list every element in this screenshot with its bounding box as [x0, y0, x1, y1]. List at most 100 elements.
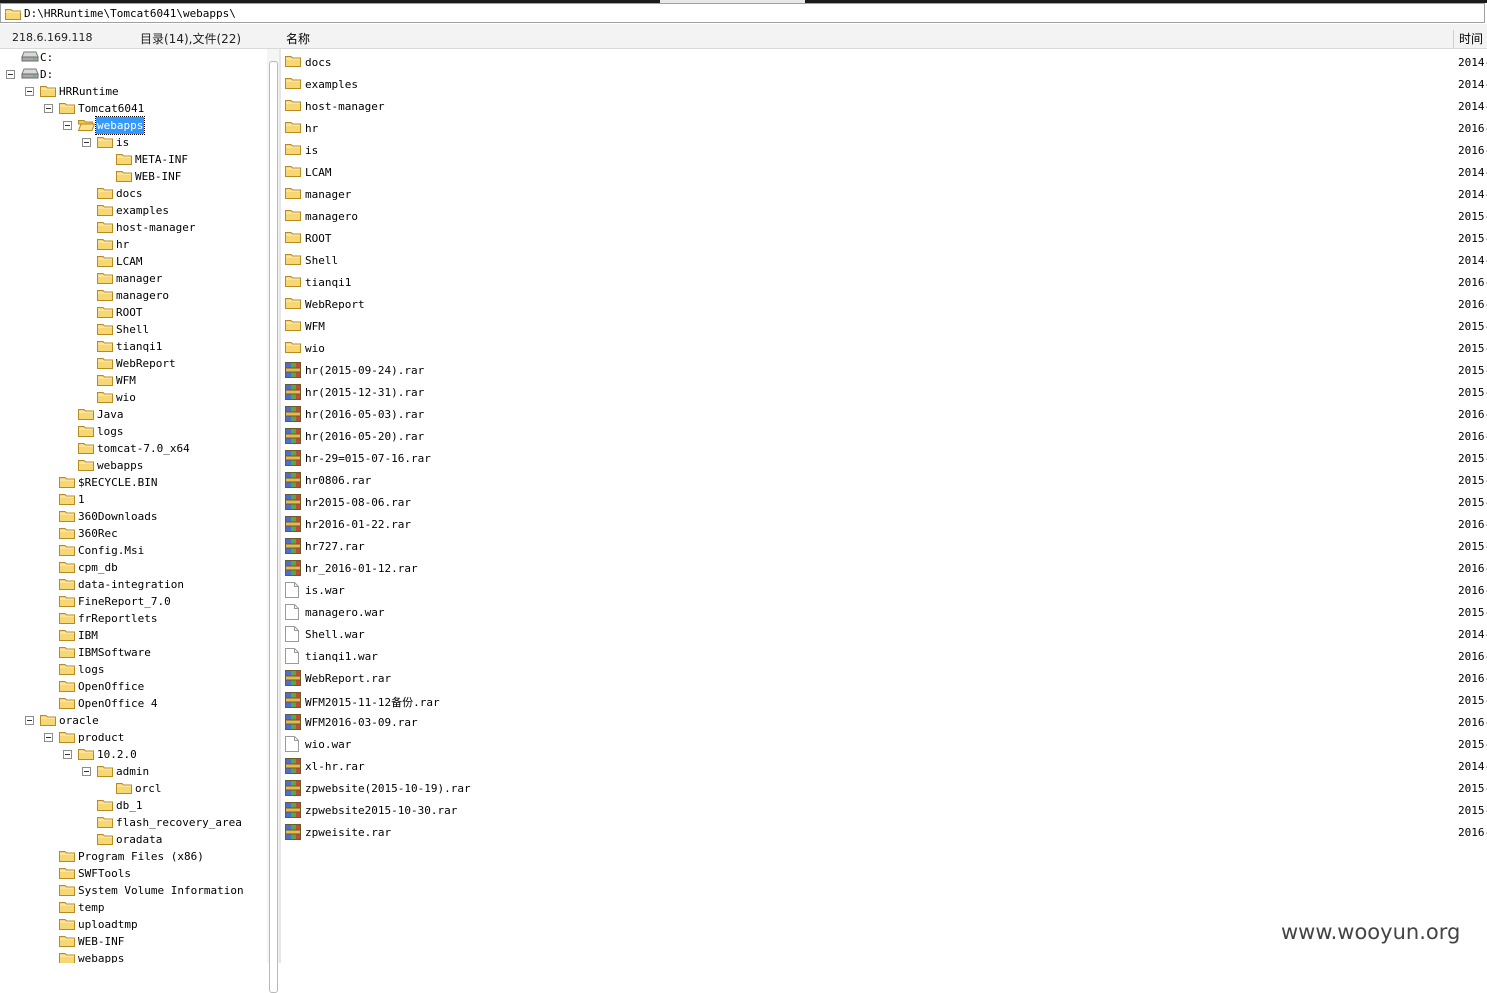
collapse-toggle-icon[interactable] [44, 733, 53, 742]
tree-node-label[interactable]: webapps [96, 457, 144, 474]
tree-node[interactable]: logs [0, 423, 266, 440]
collapse-toggle-icon[interactable] [63, 750, 72, 759]
file-row[interactable]: docs 2014- [282, 52, 1487, 74]
tree-node-label[interactable]: db_1 [115, 797, 144, 814]
file-row[interactable]: wio 2015- [282, 338, 1487, 360]
file-name[interactable]: LCAM [305, 166, 332, 179]
tree-node-label[interactable]: IBM [77, 627, 99, 644]
tree-node[interactable]: docs [0, 185, 266, 202]
tree-node-label[interactable]: 1 [77, 491, 86, 508]
file-name[interactable]: hr(2015-12-31).rar [305, 386, 424, 399]
tree-node-label[interactable]: WEB-INF [134, 168, 182, 185]
tree-node-label[interactable]: frReportlets [77, 610, 158, 627]
tree-node-label[interactable]: ROOT [115, 304, 144, 321]
file-row[interactable]: is.war 2016- [282, 580, 1487, 602]
tree-node-label[interactable]: HRRuntime [58, 83, 120, 100]
tree-node-label[interactable]: C: [39, 49, 54, 66]
tree-node-label[interactable]: IBMSoftware [77, 644, 152, 661]
file-row[interactable]: manager 2014- [282, 184, 1487, 206]
tree-node[interactable]: webapps [0, 116, 266, 135]
file-name[interactable]: hr(2016-05-20).rar [305, 430, 424, 443]
file-name[interactable]: hr_2016-01-12.rar [305, 562, 418, 575]
file-name[interactable]: hr-29=015-07-16.rar [305, 452, 431, 465]
tree-node[interactable]: Tomcat6041 [0, 100, 266, 117]
pane-splitter[interactable] [279, 49, 281, 963]
tree-node-label[interactable]: Config.Msi [77, 542, 145, 559]
tree-node-label[interactable]: Java [96, 406, 125, 423]
tree-node-label[interactable]: is [115, 134, 130, 151]
tree-node-label[interactable]: OpenOffice [77, 678, 145, 695]
file-row[interactable]: hr 2016- [282, 118, 1487, 140]
tree-node-label[interactable]: Tomcat6041 [77, 100, 145, 117]
tree-node[interactable]: manager [0, 270, 266, 287]
tree-node[interactable]: IBMSoftware [0, 644, 266, 661]
file-name[interactable]: hr2015-08-06.rar [305, 496, 411, 509]
tree-node[interactable]: WEB-INF [0, 168, 266, 185]
tree-node[interactable]: Shell [0, 321, 266, 338]
tree-node[interactable]: examples [0, 202, 266, 219]
file-name[interactable]: WebReport [305, 298, 365, 311]
tree-node-label[interactable]: webapps [94, 116, 146, 135]
file-name[interactable]: zpwebsite2015-10-30.rar [305, 804, 457, 817]
file-row[interactable]: managero 2015- [282, 206, 1487, 228]
tree-node[interactable]: tianqi1 [0, 338, 266, 355]
collapse-toggle-icon[interactable] [25, 87, 34, 96]
file-name[interactable]: ROOT [305, 232, 332, 245]
tree-node[interactable]: orcl [0, 780, 266, 797]
file-row[interactable]: WebReport.rar 2016- [282, 668, 1487, 690]
tree-node-label[interactable]: orcl [134, 780, 163, 797]
scrollbar-thumb[interactable] [269, 61, 278, 993]
file-row[interactable]: hr(2016-05-03).rar 2016- [282, 404, 1487, 426]
file-row[interactable]: tianqi1.war 2016- [282, 646, 1487, 668]
file-row[interactable]: hr_2016-01-12.rar 2016- [282, 558, 1487, 580]
tree-node[interactable]: OpenOffice [0, 678, 266, 695]
tree-node[interactable]: Program Files (x86) [0, 848, 266, 865]
tree-node[interactable]: SWFTools [0, 865, 266, 882]
collapse-toggle-icon[interactable] [6, 70, 15, 79]
tree-node-label[interactable]: WFM [115, 372, 137, 389]
tree-scrollbar[interactable] [267, 49, 279, 993]
tree-node-label[interactable]: FineReport_7.0 [77, 593, 172, 610]
file-name[interactable]: managero.war [305, 606, 384, 619]
directory-tree[interactable]: C: D: HRRuntime Tomcat6041 webapps is META-INF… [0, 49, 266, 963]
file-name[interactable]: WFM [305, 320, 325, 333]
file-name[interactable]: hr0806.rar [305, 474, 371, 487]
tree-node-label[interactable]: hr [115, 236, 130, 253]
path-text[interactable]: D:\HRRuntime\Tomcat6041\webapps\ [24, 7, 236, 20]
file-name[interactable]: WebReport.rar [305, 672, 391, 685]
file-name[interactable]: wio [305, 342, 325, 355]
tree-node-label[interactable]: D: [39, 66, 54, 83]
tree-node[interactable]: oracle [0, 712, 266, 729]
tree-node[interactable]: temp [0, 899, 266, 916]
tree-node-label[interactable]: tianqi1 [115, 338, 163, 355]
file-name[interactable]: hr [305, 122, 318, 135]
tree-node[interactable]: managero [0, 287, 266, 304]
tree-node-label[interactable]: managero [115, 287, 170, 304]
tree-node-label[interactable]: host-manager [115, 219, 196, 236]
tree-node-label[interactable]: product [77, 729, 125, 746]
collapse-toggle-icon[interactable] [44, 104, 53, 113]
file-name[interactable]: zpweisite.rar [305, 826, 391, 839]
file-row[interactable]: host-manager 2014- [282, 96, 1487, 118]
tree-node[interactable]: flash_recovery_area [0, 814, 266, 831]
tree-node-label[interactable]: docs [115, 185, 144, 202]
tree-node-label[interactable]: wio [115, 389, 137, 406]
tree-node-label[interactable]: data-integration [77, 576, 185, 593]
tree-node-label[interactable]: LCAM [115, 253, 144, 270]
tree-node-label[interactable]: webapps [77, 950, 125, 963]
file-name[interactable]: wio.war [305, 738, 351, 751]
tree-node-label[interactable]: System Volume Information [77, 882, 245, 899]
collapse-toggle-icon[interactable] [82, 767, 91, 776]
tree-node-label[interactable]: $RECYCLE.BIN [77, 474, 158, 491]
file-row[interactable]: tianqi1 2016- [282, 272, 1487, 294]
tree-node[interactable]: frReportlets [0, 610, 266, 627]
path-bar[interactable]: D:\HRRuntime\Tomcat6041\webapps\ [0, 3, 1485, 23]
tree-node[interactable]: IBM [0, 627, 266, 644]
tree-node[interactable]: FineReport_7.0 [0, 593, 266, 610]
file-name[interactable]: xl-hr.rar [305, 760, 365, 773]
column-header-time[interactable]: 时间 [1453, 30, 1483, 48]
tree-node[interactable]: WEB-INF [0, 933, 266, 950]
file-name[interactable]: Shell [305, 254, 338, 267]
tree-node-label[interactable]: manager [115, 270, 163, 287]
file-name[interactable]: hr727.rar [305, 540, 365, 553]
